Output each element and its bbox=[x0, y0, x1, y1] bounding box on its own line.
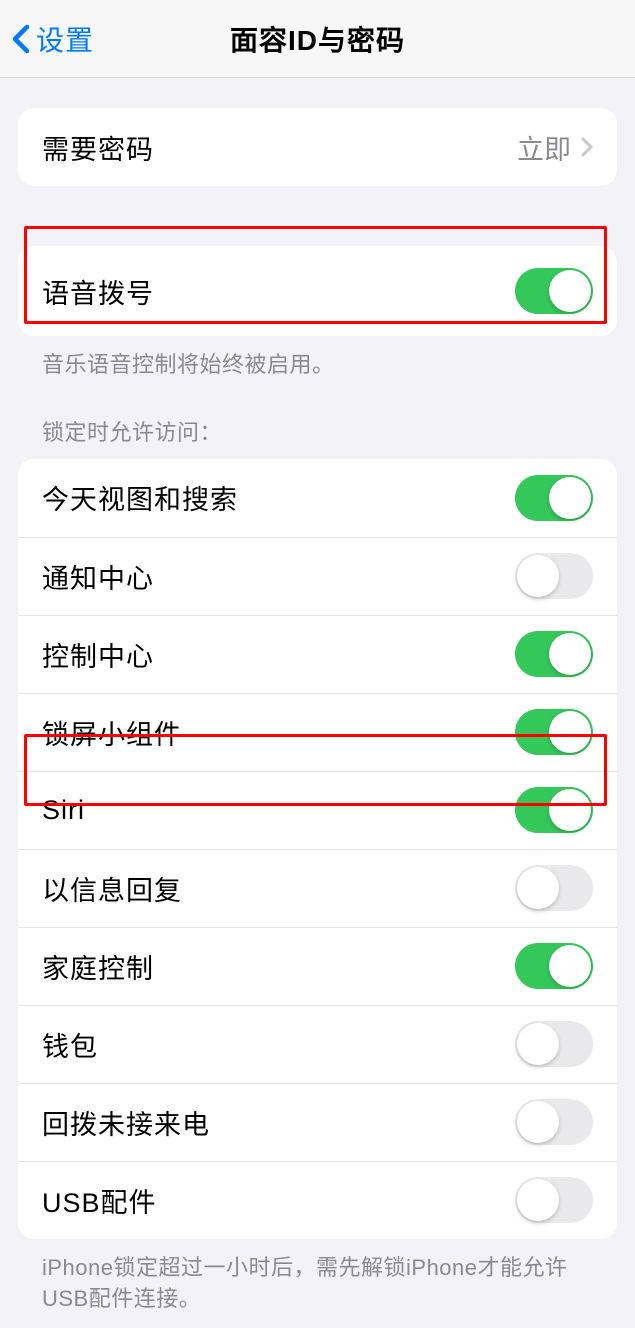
allow-access-item-label: 家庭控制 bbox=[42, 947, 154, 986]
voice-dial-footer: 音乐语音控制将始终被启用。 bbox=[18, 336, 617, 395]
toggle-knob bbox=[549, 945, 591, 987]
allow-access-toggle[interactable] bbox=[515, 709, 593, 755]
toggle-knob bbox=[517, 867, 559, 909]
allow-access-footer: iPhone锁定超过一小时后，需先解锁iPhone才能允许USB配件连接。 bbox=[18, 1239, 617, 1328]
allow-access-item-label: 今天视图和搜索 bbox=[42, 478, 238, 517]
page-title: 面容ID与密码 bbox=[230, 19, 405, 59]
toggle-knob bbox=[549, 789, 591, 831]
allow-access-toggle[interactable] bbox=[515, 865, 593, 911]
allow-access-toggle[interactable] bbox=[515, 1177, 593, 1223]
allow-access-row[interactable]: 今天视图和搜索 bbox=[18, 459, 617, 537]
allow-access-item-label: 以信息回复 bbox=[42, 869, 182, 908]
allow-access-toggle[interactable] bbox=[515, 787, 593, 833]
allow-access-item-label: 回拨未接来电 bbox=[42, 1103, 210, 1142]
header-bar: 设置 面容ID与密码 bbox=[0, 0, 635, 78]
require-passcode-row[interactable]: 需要密码 立即 bbox=[18, 108, 617, 186]
allow-access-toggle[interactable] bbox=[515, 1021, 593, 1067]
voice-dial-toggle[interactable] bbox=[515, 268, 593, 314]
allow-access-toggle[interactable] bbox=[515, 475, 593, 521]
allow-access-row[interactable]: Siri bbox=[18, 771, 617, 849]
allow-access-group: 今天视图和搜索通知中心控制中心锁屏小组件 Siri 以信息回复家庭控制钱包回拨未接来… bbox=[18, 459, 617, 1239]
allow-access-row[interactable]: 回拨未接来电 bbox=[18, 1083, 617, 1161]
back-label: 设置 bbox=[36, 19, 94, 59]
allow-access-row[interactable]: 钱包 bbox=[18, 1005, 617, 1083]
allow-access-item-label: 控制中心 bbox=[42, 635, 154, 674]
allow-access-header: 锁定时允许访问： bbox=[18, 415, 617, 459]
allow-access-item-label: Siri bbox=[42, 795, 85, 826]
content-area: 需要密码 立即 语音拨号 音乐语音控制将始终被启用。 锁定时允许访问： 今天视图… bbox=[0, 78, 635, 1328]
voice-dial-group: 语音拨号 bbox=[18, 246, 617, 336]
toggle-knob bbox=[517, 1023, 559, 1065]
voice-dial-row[interactable]: 语音拨号 bbox=[18, 246, 617, 336]
allow-access-row[interactable]: 以信息回复 bbox=[18, 849, 617, 927]
chevron-left-icon bbox=[12, 24, 30, 54]
toggle-knob bbox=[549, 633, 591, 675]
allow-access-row[interactable]: 锁屏小组件 bbox=[18, 693, 617, 771]
toggle-knob bbox=[549, 477, 591, 519]
allow-access-toggle[interactable] bbox=[515, 943, 593, 989]
allow-access-item-label: 通知中心 bbox=[42, 557, 154, 596]
allow-access-row[interactable]: 控制中心 bbox=[18, 615, 617, 693]
allow-access-item-label: USB配件 bbox=[42, 1181, 157, 1220]
allow-access-item-label: 钱包 bbox=[42, 1025, 98, 1064]
allow-access-toggle[interactable] bbox=[515, 1099, 593, 1145]
require-passcode-value: 立即 bbox=[517, 128, 593, 167]
allow-access-item-label: 锁屏小组件 bbox=[42, 713, 182, 752]
require-passcode-value-text: 立即 bbox=[517, 128, 571, 167]
toggle-knob bbox=[549, 270, 591, 312]
toggle-knob bbox=[549, 711, 591, 753]
voice-dial-label: 语音拨号 bbox=[42, 272, 154, 311]
allow-access-toggle[interactable] bbox=[515, 553, 593, 599]
require-passcode-label: 需要密码 bbox=[42, 128, 154, 167]
allow-access-row[interactable]: 通知中心 bbox=[18, 537, 617, 615]
toggle-knob bbox=[517, 555, 559, 597]
toggle-knob bbox=[517, 1179, 559, 1221]
allow-access-row[interactable]: 家庭控制 bbox=[18, 927, 617, 1005]
toggle-knob bbox=[517, 1101, 559, 1143]
allow-access-toggle[interactable] bbox=[515, 631, 593, 677]
allow-access-row[interactable]: USB配件 bbox=[18, 1161, 617, 1239]
chevron-right-icon bbox=[581, 137, 593, 157]
back-button[interactable]: 设置 bbox=[0, 19, 94, 59]
require-passcode-group: 需要密码 立即 bbox=[18, 108, 617, 186]
